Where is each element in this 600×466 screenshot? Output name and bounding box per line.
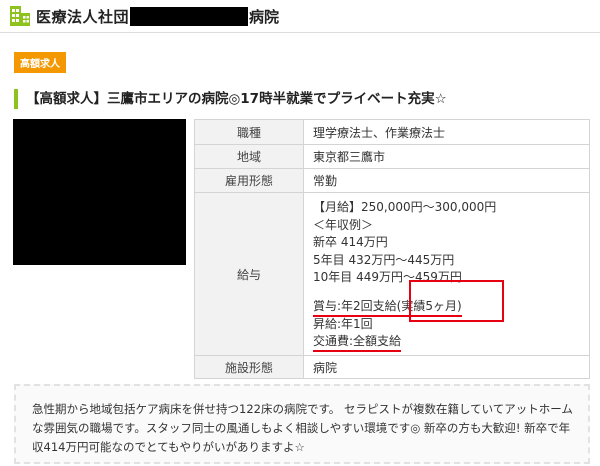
hospital-name-suffix: 病院 xyxy=(249,7,280,26)
hospital-org-prefix: 医療法人社団 xyxy=(36,7,130,26)
job-title[interactable]: 【高額求人】三鷹市エリアの病院◎17時半就業でプライベート充実☆ xyxy=(14,89,594,109)
hospital-photo xyxy=(13,119,186,265)
row-label-facility: 施設形態 xyxy=(194,355,304,379)
monthly-salary: 【月給】250,000円～300,000円 xyxy=(313,200,497,215)
building-icon xyxy=(10,6,30,26)
table-row: 地域 東京都三鷹市 xyxy=(194,144,590,169)
salary-value: 【月給】250,000円～300,000円 ＜年収例＞ 新卒 414万円 5年目… xyxy=(303,192,590,356)
transport-allowance: 交通費:全額支給 xyxy=(313,334,402,353)
job-listing-page: 医療法人社団 病院 高額求人 【高額求人】三鷹市エリアの病院◎17時半就業でプラ… xyxy=(0,0,600,466)
employment-value: 常勤 xyxy=(303,168,590,193)
hospital-header: 医療法人社団 病院 xyxy=(0,0,600,33)
facility-value: 病院 xyxy=(303,355,590,379)
row-label-salary: 給与 xyxy=(194,192,304,356)
new-grad-income: 新卒 414万円 xyxy=(313,235,388,250)
job-description: 急性期から地域包括ケア病床を併せ持つ122床の病院です。 セラピストが複数在籍し… xyxy=(14,384,590,464)
table-row: 雇用形態 常勤 xyxy=(194,168,590,193)
redacted-name xyxy=(130,6,249,26)
area-value: 東京都三鷹市 xyxy=(303,144,590,169)
job-info-table: 職種 理学療法士、作業療法士 地域 東京都三鷹市 雇用形態 常勤 給与 【月給】… xyxy=(194,119,590,379)
annual-income-example-heading: ＜年収例＞ xyxy=(313,217,374,232)
high-salary-badge: 高額求人 xyxy=(14,52,66,73)
row-label-occupation: 職種 xyxy=(194,119,304,145)
row-label-area: 地域 xyxy=(194,144,304,169)
occupation-value: 理学療法士、作業療法士 xyxy=(303,119,590,145)
table-row: 施設形態 病院 xyxy=(194,355,590,379)
table-row: 給与 【月給】250,000円～300,000円 ＜年収例＞ 新卒 414万円 … xyxy=(194,192,590,356)
row-label-employment: 雇用形態 xyxy=(194,168,304,193)
table-row: 職種 理学療法士、作業療法士 xyxy=(194,119,590,145)
year5-income: 5年目 432万円～445万円 xyxy=(313,252,455,267)
annual-income-highlight-box xyxy=(409,280,504,322)
